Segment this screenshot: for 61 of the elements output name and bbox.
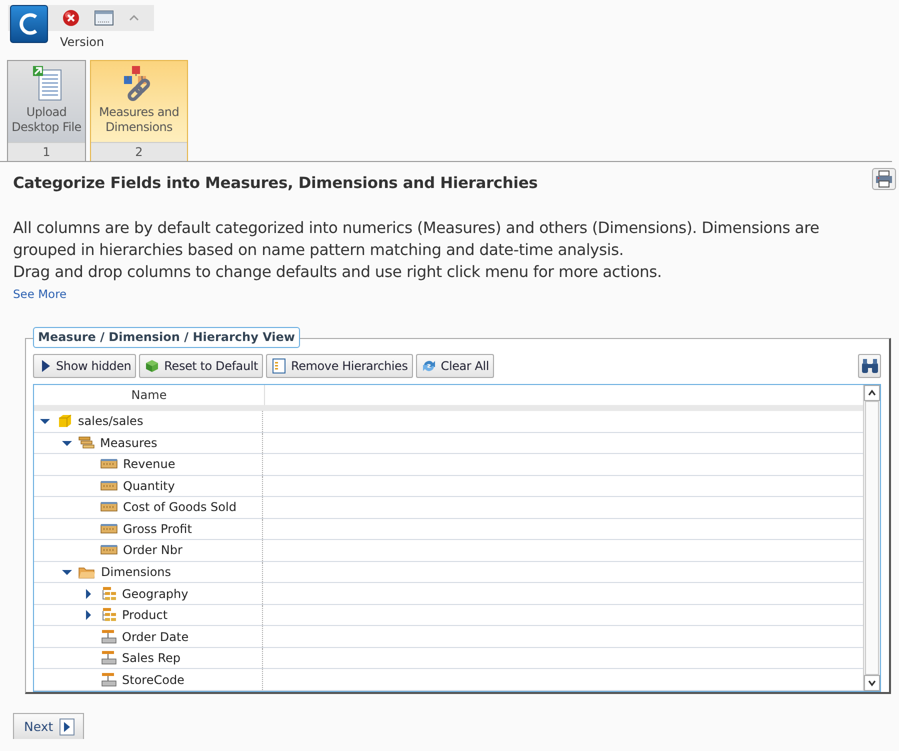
hierarchy-icon: [100, 607, 117, 624]
item-label: Sales Rep: [122, 651, 181, 666]
hierarchy-icon: [100, 586, 117, 602]
next-button[interactable]: Next: [13, 713, 84, 739]
toolbar-button[interactable]: Show hidden: [33, 354, 136, 378]
tree-item[interactable]: Geography: [34, 583, 263, 604]
tree-item[interactable]: Revenue: [34, 454, 263, 475]
wizard-step-tab[interactable]: Measures and Dimensions 2: [90, 60, 188, 161]
print-button[interactable]: [872, 168, 896, 190]
tree-item[interactable]: Dimensions: [34, 562, 263, 582]
tree-item[interactable]: Order Date: [34, 626, 263, 647]
toolbar-button[interactable]: Reset to Default: [139, 354, 263, 378]
level-icon: [100, 672, 117, 688]
close-icon[interactable]: [62, 9, 80, 27]
binoculars-icon: [860, 356, 878, 374]
toolbar-button[interactable]: Clear All: [416, 354, 494, 378]
item-label: Order Nbr: [123, 543, 182, 558]
item-label: Quantity: [123, 478, 175, 493]
stacked-bars-icon: [78, 434, 95, 451]
scroll-down-icon: [867, 678, 877, 688]
item-label: Order Date: [122, 630, 189, 644]
item-label: Geography: [122, 586, 188, 601]
cube-icon: [56, 413, 73, 430]
tree-item[interactable]: Product: [34, 604, 263, 626]
toolbar-button[interactable]: Remove Hierarchies: [266, 354, 413, 378]
tree-item[interactable]: Measures: [34, 432, 263, 454]
tree-item[interactable]: sales/sales: [34, 411, 263, 432]
scrollbar[interactable]: [863, 385, 880, 691]
tree-item[interactable]: Order Nbr: [34, 540, 263, 561]
scroll-up-icon: [867, 388, 877, 398]
item-label: Measures: [100, 436, 158, 450]
item-label: Gross Profit: [123, 522, 192, 536]
wizard-step-tab[interactable]: Upload Desktop File 1: [7, 60, 86, 161]
column-header[interactable]: Name: [34, 385, 265, 405]
version-label: Version: [60, 35, 104, 49]
list-icon: [271, 358, 287, 374]
page-heading: Categorize Fields into Measures, Dimensions and Hierarchies: [13, 174, 538, 192]
see-more-link[interactable]: See More: [13, 287, 67, 301]
printer-icon: [875, 170, 893, 188]
level-icon: [100, 650, 117, 666]
tree-item[interactable]: Sales Rep: [34, 648, 263, 668]
item-label: Cost of Goods Sold: [123, 500, 236, 514]
expanded-arrow-icon[interactable]: [39, 416, 51, 426]
tree-item[interactable]: Gross Profit: [34, 518, 263, 540]
item-label: Dimensions: [101, 564, 172, 579]
level-icon: [100, 628, 117, 645]
window-icon[interactable]: [94, 9, 114, 27]
stack-icon: [144, 358, 160, 374]
app-logo[interactable]: [10, 5, 48, 43]
tree-item[interactable]: StoreCode: [34, 669, 263, 690]
item-label: Revenue: [123, 457, 176, 472]
item-label: Product: [122, 608, 168, 622]
item-label: sales/sales: [78, 414, 144, 428]
tree-item[interactable]: Cost of Goods Sold: [34, 497, 263, 518]
description-text: All columns are by default categorized into numerics (Measures) and others (Dimensions). Dimensions are grouped in hierarchies based on name pattern matching and date-time analysis.: [13, 218, 820, 261]
panel-title: Measure / Dimension / Hierarchy View: [33, 327, 300, 348]
find-button[interactable]: [858, 354, 881, 378]
play-icon: [59, 718, 76, 736]
description-text: Drag and drop columns to change defaults and use right click menu for more actions.: [13, 262, 663, 283]
item-label: StoreCode: [122, 672, 184, 687]
tree-item[interactable]: Quantity: [34, 476, 263, 496]
